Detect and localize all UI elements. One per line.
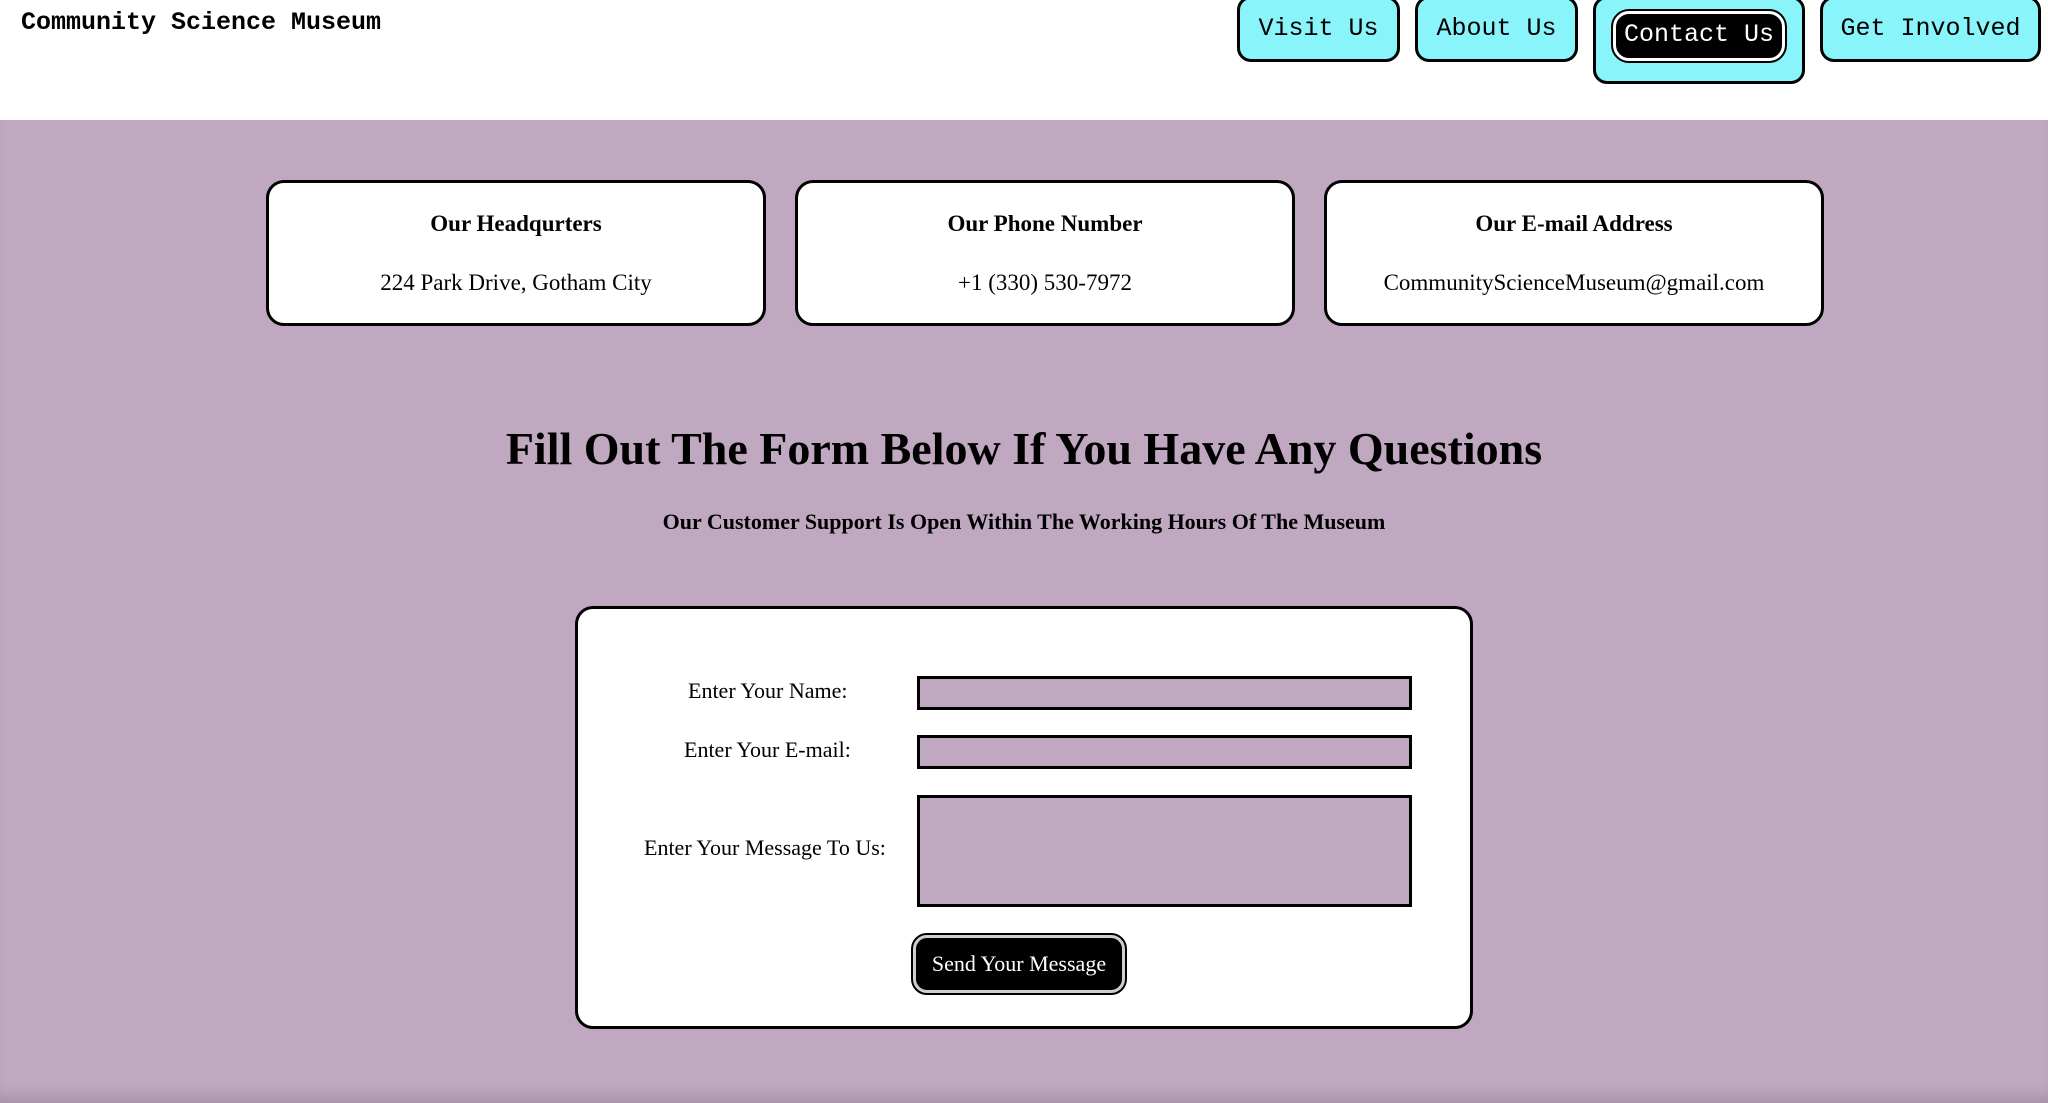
- phone-card: Our Phone Number +1 (330) 530-7972: [795, 180, 1295, 326]
- nav-get-involved-button[interactable]: Get Involved: [1820, 0, 2041, 62]
- nav-about-us-label: About Us: [1436, 13, 1557, 43]
- contact-main: Our Headqurters 224 Park Drive, Gotham C…: [0, 120, 2048, 1103]
- phone-title: Our Phone Number: [947, 211, 1143, 236]
- name-input[interactable]: [917, 676, 1412, 710]
- email-input[interactable]: [917, 735, 1412, 769]
- message-textarea[interactable]: [917, 795, 1412, 907]
- site-header: Community Science Museum Visit Us About …: [0, 0, 2048, 120]
- email-title: Our E-mail Address: [1475, 211, 1673, 236]
- site-title: Community Science Museum: [21, 8, 382, 37]
- message-label: Enter Your Message To Us:: [644, 835, 886, 860]
- nav-about-us-button[interactable]: About Us: [1415, 0, 1578, 62]
- form-heading: Fill Out The Form Below If You Have Any …: [505, 423, 1543, 474]
- phone-number: +1 (330) 530-7972: [958, 270, 1132, 295]
- nav-get-involved-label: Get Involved: [1840, 13, 2021, 43]
- nav-contact-us-label: Contact Us: [1610, 9, 1788, 63]
- headquarters-title: Our Headqurters: [430, 211, 602, 236]
- headquarters-card: Our Headqurters 224 Park Drive, Gotham C…: [266, 180, 766, 326]
- name-label: Enter Your Name:: [688, 678, 848, 703]
- contact-form: Enter Your Name: Enter Your E-mail: Ente…: [575, 606, 1473, 1029]
- nav-visit-us-button[interactable]: Visit Us: [1237, 0, 1400, 62]
- email-label: Enter Your E-mail:: [684, 737, 851, 762]
- email-card: Our E-mail Address CommunityScienceMuseu…: [1324, 180, 1824, 326]
- send-message-button[interactable]: Send Your Message: [911, 933, 1127, 995]
- email-address: CommunityScienceMuseum@gmail.com: [1383, 270, 1765, 295]
- nav-contact-us-button[interactable]: Contact Us: [1593, 0, 1805, 84]
- form-subheading: Our Customer Support Is Open Within The …: [662, 509, 1386, 534]
- headquarters-address: 224 Park Drive, Gotham City: [380, 270, 652, 295]
- nav-visit-us-label: Visit Us: [1258, 13, 1379, 43]
